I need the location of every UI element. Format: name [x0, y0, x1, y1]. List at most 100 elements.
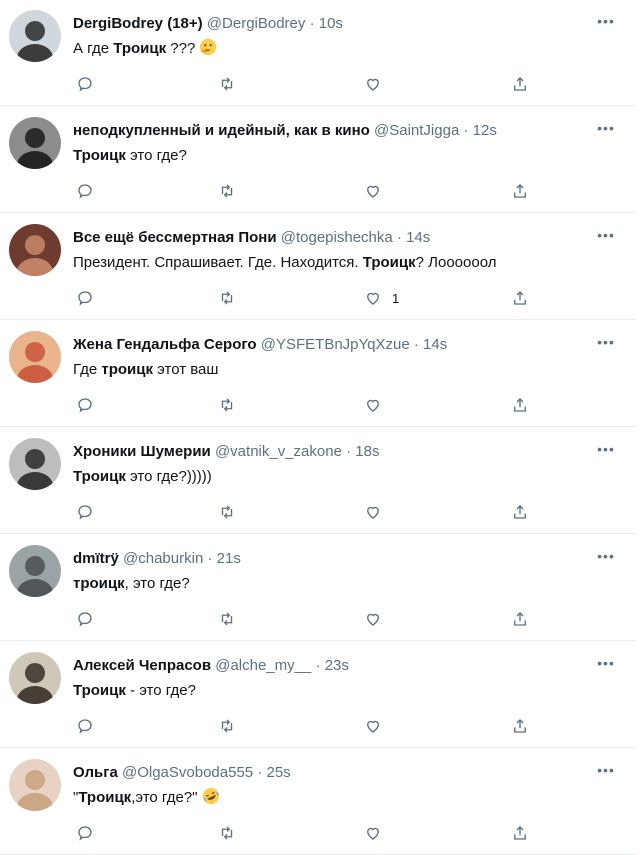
- like-icon[interactable]: [364, 607, 392, 631]
- share-icon[interactable]: [511, 607, 529, 631]
- reply-icon[interactable]: [76, 286, 94, 310]
- tweet[interactable]: Жена Гендальфа Серого @YSFETBnJpYqXzue ·…: [0, 321, 636, 427]
- reply-icon[interactable]: [76, 500, 94, 524]
- like-icon[interactable]: [364, 714, 392, 738]
- retweet-icon[interactable]: [218, 393, 236, 417]
- share-icon[interactable]: [511, 500, 529, 524]
- tweet-text-part: Президент. Спрашивает. Где. Находится.: [73, 254, 363, 271]
- tweet-text-part: этот ваш: [153, 361, 219, 378]
- tweet[interactable]: dmïtrÿ @chaburkin · 21s ••• троицк, это гд…: [0, 535, 636, 641]
- user-handle[interactable]: @vatnik_v_zakone: [215, 443, 342, 460]
- share-icon[interactable]: [511, 72, 529, 96]
- tweet-text-highlight: Троицк: [73, 147, 126, 164]
- tweet-actions: [0, 500, 636, 524]
- tweet-text-highlight: Троицк: [113, 40, 167, 57]
- reply-icon[interactable]: [76, 393, 94, 417]
- user-handle[interactable]: @togepishechka: [281, 229, 393, 246]
- retweet-icon[interactable]: [218, 286, 236, 310]
- more-options-icon[interactable]: •••: [596, 442, 616, 462]
- user-handle[interactable]: @SaintJigga: [374, 122, 459, 139]
- tweet-text-part: ,это где?": [131, 789, 198, 806]
- timestamp[interactable]: 14s: [406, 229, 430, 246]
- more-options-icon[interactable]: •••: [596, 335, 616, 355]
- timestamp[interactable]: 18s: [355, 443, 379, 460]
- separator-dot: ·: [409, 336, 424, 353]
- tweet-actions: [0, 821, 636, 845]
- like-icon[interactable]: [364, 72, 392, 96]
- timestamp[interactable]: 12s: [473, 122, 497, 139]
- tweet-text-part: это где?))))): [125, 468, 212, 485]
- retweet-icon[interactable]: [218, 821, 236, 845]
- tweet[interactable]: DergiBodrey (18+) @DergiBodrey · 10s ••• А…: [0, 0, 636, 106]
- like-icon[interactable]: 1: [364, 286, 399, 310]
- retweet-icon[interactable]: [218, 179, 236, 203]
- tweet[interactable]: Хроники Шумерии @vatnik_v_zakone · 18s ••…: [0, 428, 636, 534]
- share-icon[interactable]: [511, 393, 529, 417]
- tweet-header: DergiBodrey (18+) @DergiBodrey · 10s: [73, 14, 596, 34]
- more-options-icon[interactable]: •••: [596, 228, 616, 248]
- more-options-icon[interactable]: •••: [596, 763, 616, 783]
- avatar[interactable]: [9, 117, 61, 169]
- separator-dot: ·: [392, 229, 407, 246]
- more-options-icon[interactable]: •••: [596, 14, 616, 34]
- avatar[interactable]: [9, 652, 61, 704]
- reply-icon[interactable]: [76, 607, 94, 631]
- timestamp[interactable]: 21s: [217, 550, 241, 567]
- retweet-icon[interactable]: [218, 714, 236, 738]
- like-icon[interactable]: [364, 821, 392, 845]
- reply-icon[interactable]: [76, 714, 94, 738]
- tweet-text-highlight: Троицк: [362, 254, 416, 271]
- display-name[interactable]: dmïtrÿ: [73, 550, 119, 567]
- reply-icon[interactable]: [76, 821, 94, 845]
- display-name[interactable]: Алексей Чепрасов: [73, 657, 211, 674]
- tweet-header: Ольга @OlgaSvoboda555 · 25s: [73, 763, 596, 783]
- user-handle[interactable]: @DergiBodrey: [207, 15, 306, 32]
- user-handle[interactable]: @alche_my__: [215, 657, 311, 674]
- tweet[interactable]: Ольга @OlgaSvoboda555 · 25s ••• "Троицк,эт…: [0, 749, 636, 855]
- avatar[interactable]: [9, 331, 61, 383]
- timestamp[interactable]: 10s: [319, 15, 343, 32]
- tweet[interactable]: неподкупленный и идейный, как в кино @Sa…: [0, 107, 636, 213]
- avatar[interactable]: [9, 438, 61, 490]
- display-name[interactable]: DergiBodrey (18+): [73, 15, 203, 32]
- separator-dot: ·: [305, 15, 319, 32]
- share-icon[interactable]: [511, 821, 529, 845]
- display-name[interactable]: Жена Гендальфа Серого: [73, 336, 257, 353]
- tweet-text-highlight: Троицк: [73, 468, 126, 485]
- separator-dot: ·: [253, 764, 267, 781]
- like-icon[interactable]: [364, 393, 392, 417]
- retweet-icon[interactable]: [218, 500, 236, 524]
- more-options-icon[interactable]: •••: [596, 656, 616, 676]
- display-name[interactable]: Хроники Шумерии: [73, 443, 211, 460]
- share-icon[interactable]: [511, 286, 529, 310]
- like-icon[interactable]: [364, 179, 392, 203]
- display-name[interactable]: Все ещё бессмертная Пони: [73, 229, 277, 246]
- more-options-icon[interactable]: •••: [596, 549, 616, 569]
- avatar[interactable]: [9, 224, 61, 276]
- separator-dot: ·: [311, 657, 325, 674]
- timestamp[interactable]: 23s: [325, 657, 349, 674]
- avatar[interactable]: [9, 759, 61, 811]
- display-name[interactable]: неподкупленный и идейный, как в кино: [73, 122, 370, 139]
- display-name[interactable]: Ольга: [73, 764, 118, 781]
- reply-icon[interactable]: [76, 179, 94, 203]
- like-icon[interactable]: [364, 500, 392, 524]
- timestamp[interactable]: 14s: [423, 336, 447, 353]
- timestamp[interactable]: 25s: [266, 764, 290, 781]
- user-handle[interactable]: @chaburkin: [123, 550, 203, 567]
- share-icon[interactable]: [511, 714, 529, 738]
- tweet-actions: 1: [0, 286, 636, 310]
- tweet[interactable]: Все ещё бессмертная Пони @togepishechka …: [0, 214, 636, 320]
- reply-icon[interactable]: [76, 72, 94, 96]
- user-handle[interactable]: @OlgaSvoboda555: [122, 764, 253, 781]
- avatar[interactable]: [9, 10, 61, 62]
- share-icon[interactable]: [511, 179, 529, 203]
- more-options-icon[interactable]: •••: [596, 121, 616, 141]
- tweet-text-part: , это где?: [124, 575, 190, 592]
- user-handle[interactable]: @YSFETBnJpYqXzue: [261, 336, 410, 353]
- tweet[interactable]: Алексей Чепрасов @alche_my__ · 23s ••• Тро…: [0, 642, 636, 748]
- retweet-icon[interactable]: [218, 72, 236, 96]
- avatar[interactable]: [9, 545, 61, 597]
- retweet-icon[interactable]: [218, 607, 236, 631]
- tweet-text: троицк, это где?: [73, 573, 596, 595]
